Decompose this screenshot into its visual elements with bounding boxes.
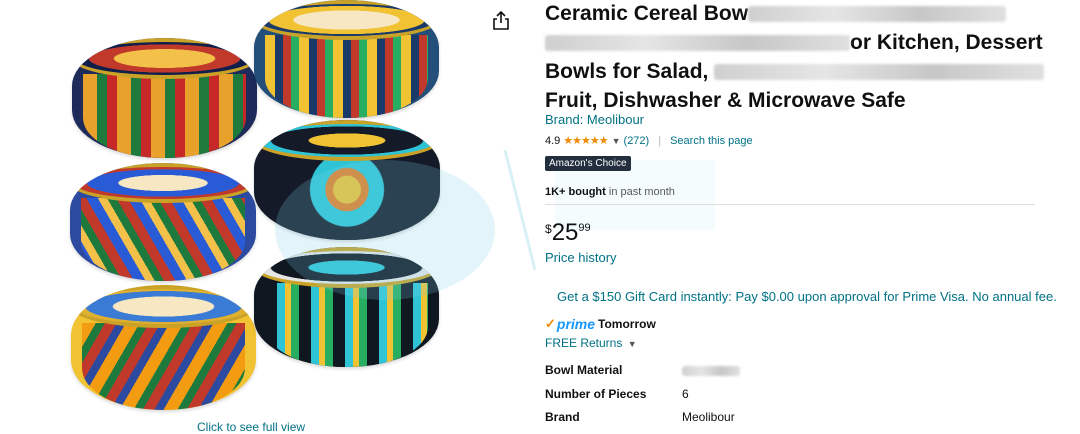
bought-count: 1K+ bought in past month <box>545 186 675 198</box>
bowl-image-1 <box>72 38 257 158</box>
redacted-text <box>545 35 850 52</box>
spec-key: Bowl Material <box>545 363 623 377</box>
price-history-link[interactable]: Price history <box>545 250 617 265</box>
title-segment: Bowls for Salad, <box>545 60 709 83</box>
chevron-down-icon: ▼ <box>627 339 637 349</box>
bowl-image-3 <box>71 285 256 410</box>
bowl-image-4 <box>254 0 439 118</box>
price-fraction: 99 <box>578 222 591 234</box>
see-full-view-link[interactable]: Click to see full view <box>197 420 305 434</box>
bought-count-bold: 1K+ bought <box>545 186 606 198</box>
title-segment: or Kitchen, Dessert <box>850 31 1043 54</box>
price-currency: $ <box>545 222 552 236</box>
spec-value <box>682 363 740 377</box>
chevron-down-icon[interactable]: ▼ <box>612 136 621 146</box>
title-segment: Fruit, Dishwasher & Microwave Safe <box>545 89 906 112</box>
spec-key: Brand <box>545 410 580 424</box>
prime-logo: prime <box>556 316 596 332</box>
bought-count-rest: in past month <box>605 186 675 198</box>
section-divider <box>545 204 1035 205</box>
share-icon[interactable] <box>492 10 510 31</box>
title-segment: Ceramic Cereal Bow <box>545 2 749 25</box>
delivery-date: Tomorrow <box>598 317 656 331</box>
product-title: Ceramic Cereal Bow or Kitchen, Dessert B… <box>545 0 1055 115</box>
redacted-text <box>748 6 1007 23</box>
spec-key: Number of Pieces <box>545 387 647 401</box>
redacted-text <box>682 365 740 376</box>
price: $ 25 99 <box>545 220 591 246</box>
gift-card-offer-link[interactable]: Get a $150 Gift Card instantly: Pay $0.0… <box>557 289 1057 304</box>
free-returns-label: FREE Returns <box>545 336 623 350</box>
prime-check-icon: ✓ <box>545 316 556 331</box>
bowl-image-2 <box>70 163 256 281</box>
rating-row: 4.9 ★★★★★ ▼ (272) | Search this page <box>545 134 753 148</box>
amazons-choice-badge: Amazon's Choice <box>545 156 631 171</box>
product-image[interactable]: Click to see full view <box>0 0 520 434</box>
prime-delivery: ✓ prime Tomorrow <box>545 316 656 332</box>
free-returns-link[interactable]: FREE Returns ▼ <box>545 336 637 350</box>
brand-link[interactable]: Brand: Meolibour <box>545 112 644 127</box>
spec-value: Meolibour <box>682 410 735 424</box>
rating-value: 4.9 <box>545 134 561 147</box>
search-this-page-link[interactable]: Search this page <box>670 135 753 147</box>
bowl-image-5 <box>254 120 440 240</box>
bowl-image-6 <box>254 247 439 367</box>
price-whole: 25 <box>551 219 579 246</box>
star-rating-icon[interactable]: ★★★★★ <box>563 134 608 147</box>
redacted-text <box>714 64 1045 81</box>
spec-value: 6 <box>682 387 689 401</box>
ratings-count-link[interactable]: (272) <box>624 135 650 147</box>
divider-bar: | <box>658 134 662 147</box>
